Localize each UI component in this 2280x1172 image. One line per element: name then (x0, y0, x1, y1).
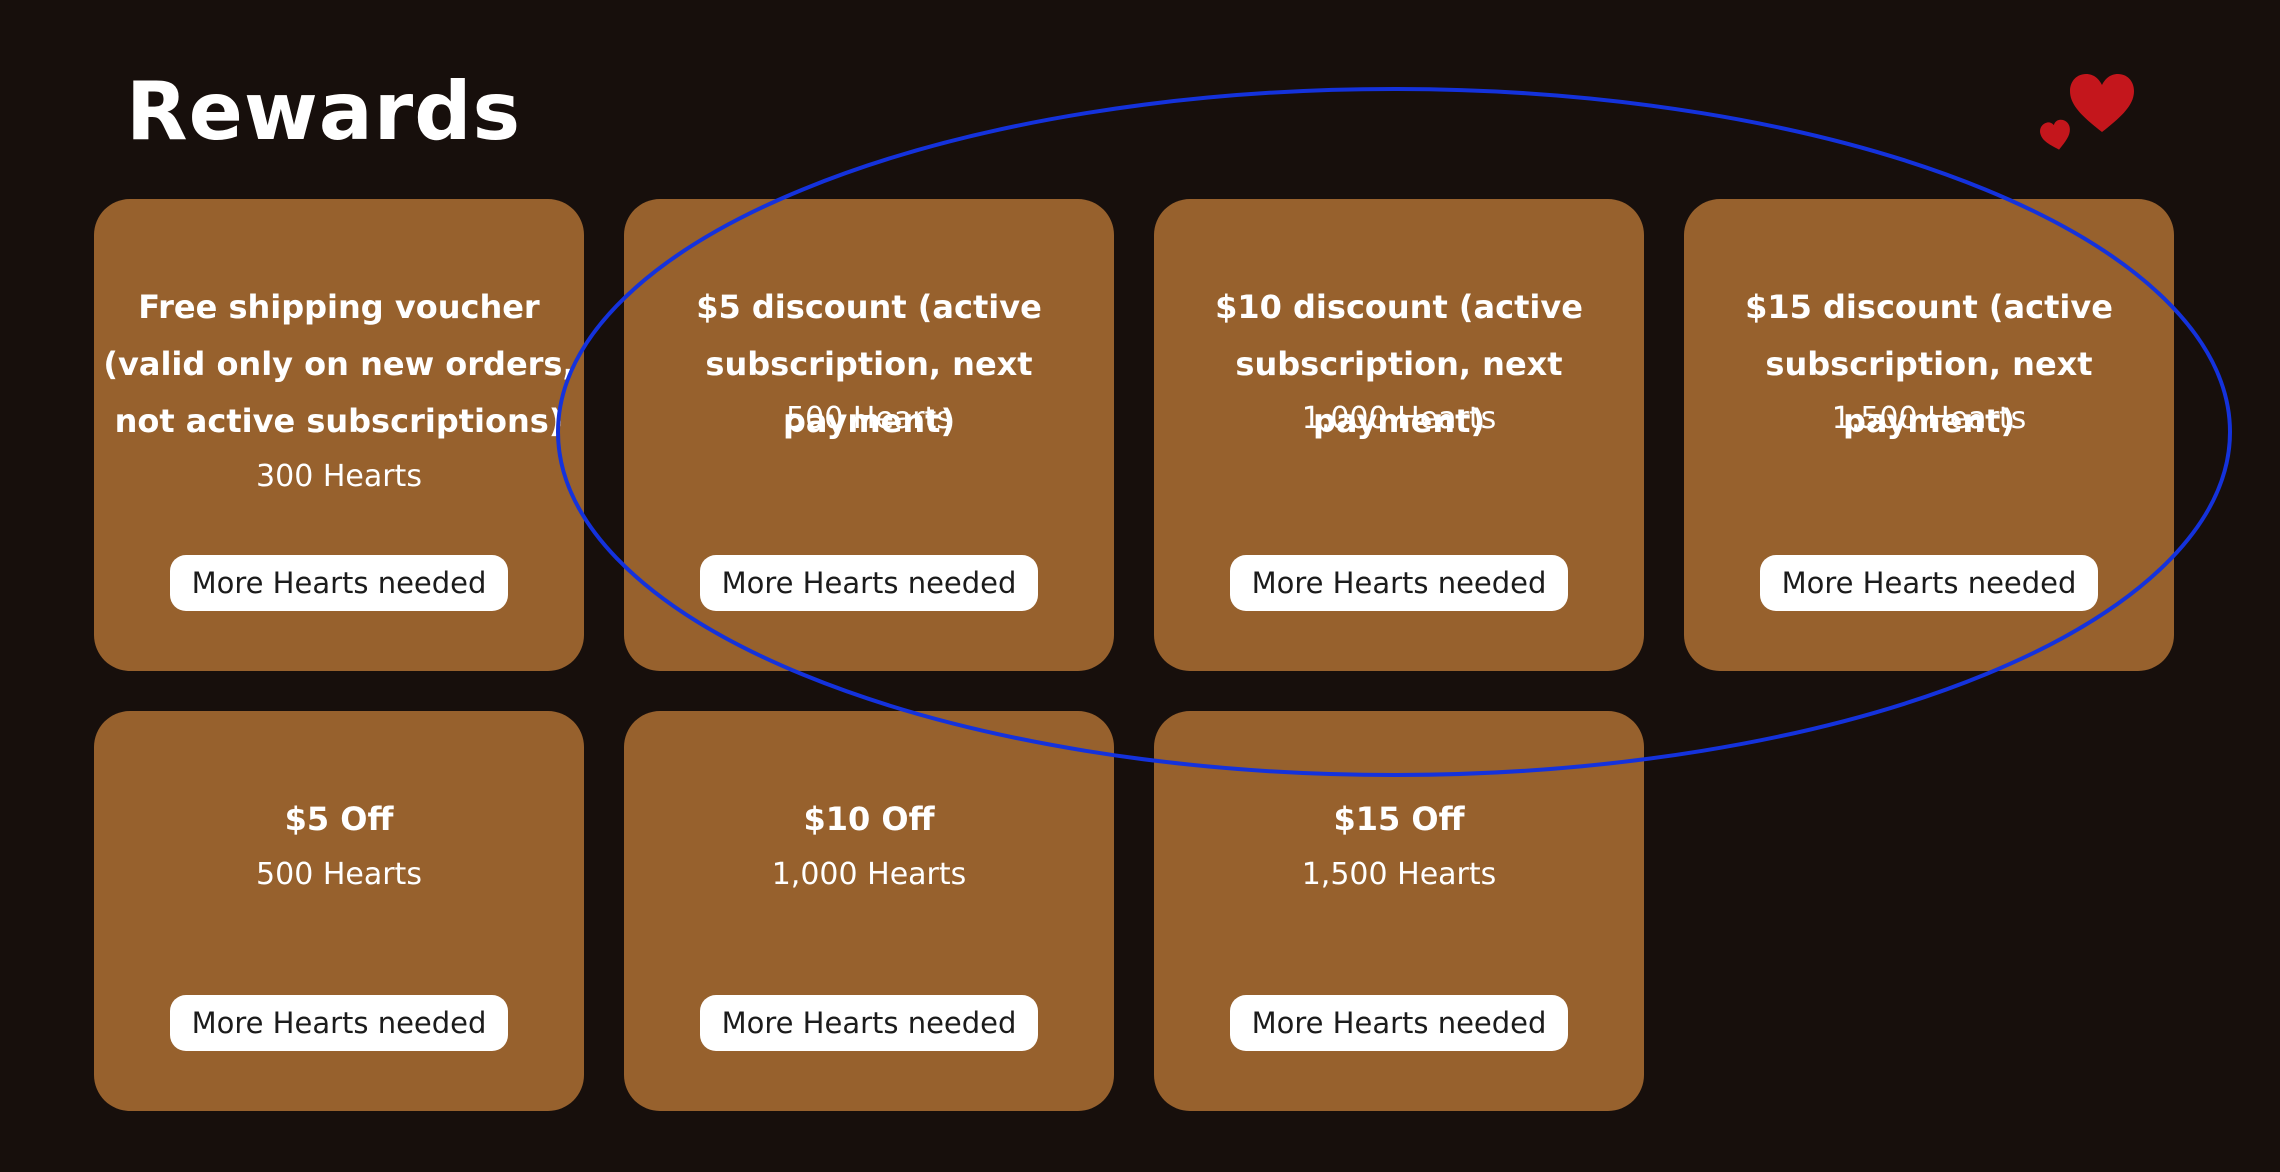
reward-card-10-off: $10 Off 1,000 Hearts More Hearts needed (624, 711, 1114, 1111)
reward-title: $10 Off (803, 800, 935, 838)
reward-cost: 1,000 Hearts (1301, 401, 1497, 436)
reward-cost: 1,500 Hearts (1831, 401, 2027, 436)
reward-title: $15 Off (1333, 800, 1465, 838)
more-hearts-needed-button[interactable]: More Hearts needed (700, 555, 1038, 611)
reward-card-5-off: $5 Off 500 Hearts More Hearts needed (94, 711, 584, 1111)
reward-cost: 500 Hearts (256, 857, 422, 892)
reward-card-free-shipping: Free shipping voucher (valid only on new… (94, 199, 584, 671)
more-hearts-needed-button[interactable]: More Hearts needed (1760, 555, 2098, 611)
more-hearts-needed-button[interactable]: More Hearts needed (1230, 555, 1568, 611)
reward-title: $5 Off (284, 800, 394, 838)
reward-title: Free shipping voucher (valid only on new… (103, 288, 575, 440)
small-heart-icon (2040, 119, 2070, 150)
reward-cost: 1,500 Hearts (1301, 857, 1497, 892)
more-hearts-needed-button[interactable]: More Hearts needed (1230, 995, 1568, 1051)
reward-card-15-discount: $15 discount (active subscription, next … (1684, 199, 2174, 671)
reward-card-15-off: $15 Off 1,500 Hearts More Hearts needed (1154, 711, 1644, 1111)
reward-cost: 300 Hearts (256, 459, 422, 494)
large-heart-icon (2070, 74, 2134, 132)
hearts-icon (2040, 74, 2134, 150)
page-title: Rewards (126, 65, 522, 158)
reward-card-10-discount: $10 discount (active subscription, next … (1154, 199, 1644, 671)
more-hearts-needed-button[interactable]: More Hearts needed (170, 555, 508, 611)
more-hearts-needed-button[interactable]: More Hearts needed (170, 995, 508, 1051)
reward-card-5-discount: $5 discount (active subscription, next p… (624, 199, 1114, 671)
reward-cost: 500 Hearts (786, 401, 952, 436)
reward-cost: 1,000 Hearts (771, 857, 967, 892)
more-hearts-needed-button[interactable]: More Hearts needed (700, 995, 1038, 1051)
